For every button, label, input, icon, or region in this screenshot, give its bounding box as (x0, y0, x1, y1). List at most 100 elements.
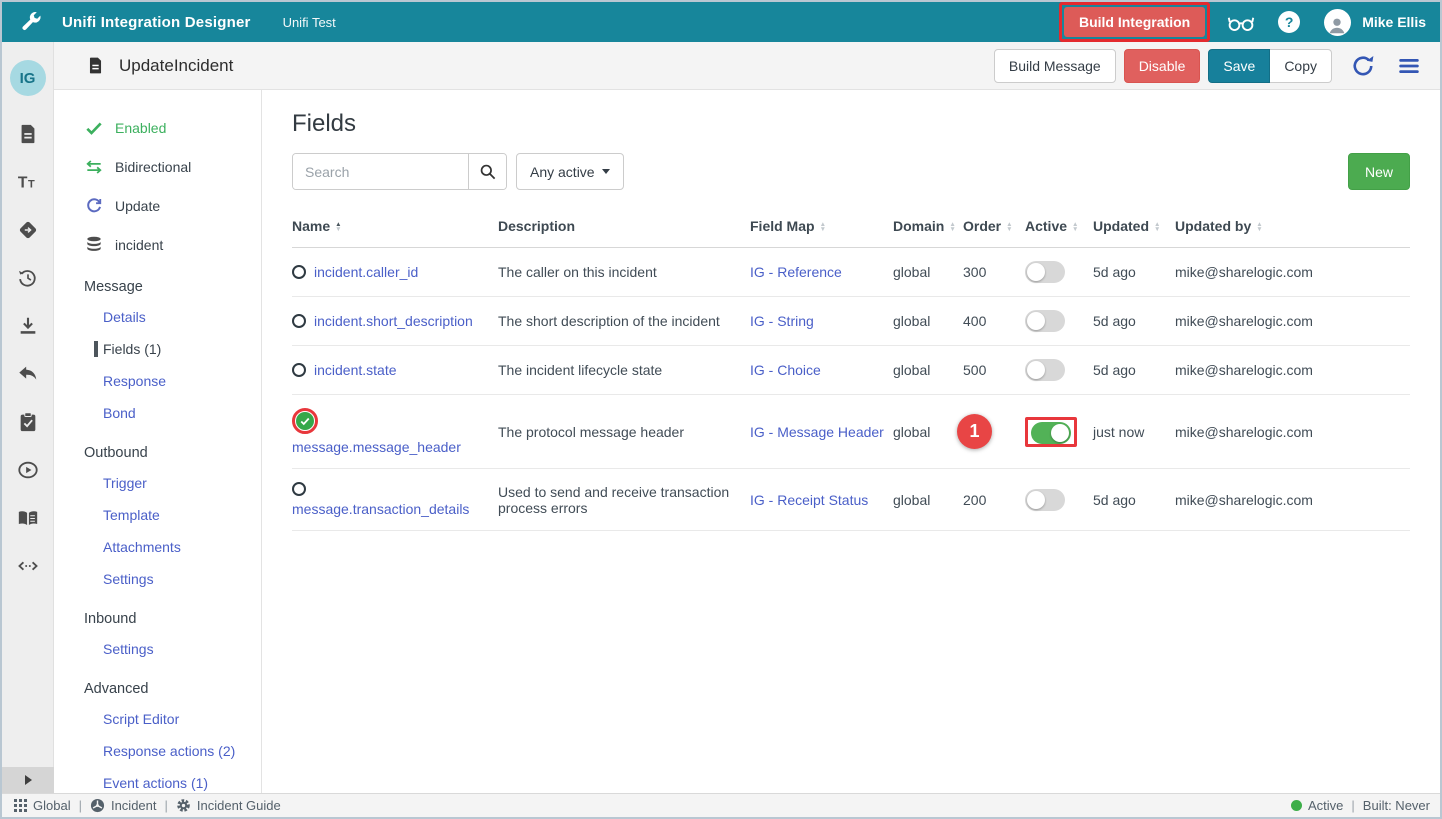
sidebar-item-trigger[interactable]: Trigger (94, 475, 261, 491)
column-header-updated-by[interactable]: Updated by▲▼ (1175, 208, 1410, 248)
field-name-link[interactable]: incident.state (314, 362, 397, 378)
active-check-icon (296, 412, 314, 430)
field-map-link[interactable]: IG - Reference (750, 264, 842, 280)
sidebar-item-enabled[interactable]: Enabled (84, 118, 261, 138)
save-button[interactable]: Save (1208, 49, 1270, 83)
sort-icon[interactable]: ▲▼ (1006, 222, 1012, 232)
rail-download-button[interactable] (8, 302, 48, 350)
new-button[interactable]: New (1348, 153, 1410, 190)
user-avatar[interactable] (1320, 5, 1354, 39)
active-toggle[interactable] (1031, 422, 1071, 444)
sidebar-item-script-editor[interactable]: Script Editor (94, 711, 261, 727)
sort-icon[interactable]: ▲▼ (820, 222, 826, 232)
field-name-link[interactable]: incident.caller_id (314, 264, 418, 280)
sidebar-item-settings[interactable]: Settings (94, 641, 261, 657)
sidebar-item-response[interactable]: Response (94, 373, 261, 389)
preview-glasses-icon[interactable] (1224, 5, 1258, 39)
field-map-link[interactable]: IG - String (750, 313, 814, 329)
sidebar-item-response-actions-2[interactable]: Response actions (2) (94, 743, 261, 759)
column-header-description[interactable]: Description (498, 208, 750, 248)
main-panel: Fields Any active New (262, 90, 1440, 793)
status-bar: Global| Incident| Incident Guide Active … (2, 793, 1440, 817)
sort-icon[interactable]: ▲▼ (1256, 222, 1262, 232)
table-header-row: Name▲▼DescriptionField Map▲▼Domain▲▼Orde… (292, 208, 1410, 248)
sidebar-item-bond[interactable]: Bond (94, 405, 261, 421)
sidebar-item-incident[interactable]: incident (84, 235, 261, 255)
sort-icon[interactable]: ▲▼ (335, 222, 341, 232)
rail-publish-button[interactable] (8, 206, 48, 254)
column-header-updated[interactable]: Updated▲▼ (1093, 208, 1175, 248)
sidebar-item-update[interactable]: Update (84, 196, 261, 216)
rail-documentation-button[interactable] (8, 494, 48, 542)
rail-tasks-button[interactable] (8, 398, 48, 446)
sidebar-expand-button[interactable] (2, 767, 54, 793)
help-icon[interactable]: ? (1272, 5, 1306, 39)
field-description: The protocol message header (498, 395, 750, 469)
sidebar-section-title: Message (84, 279, 261, 295)
sidebar-item-template[interactable]: Template (94, 507, 261, 523)
gear-icon (176, 798, 191, 813)
fields-table: Name▲▼DescriptionField Map▲▼Domain▲▼Orde… (292, 208, 1410, 531)
sidebar-section-inbound: Inbound Settings (84, 611, 261, 657)
build-message-button[interactable]: Build Message (994, 49, 1116, 83)
field-map-link[interactable]: IG - Message Header (750, 424, 884, 440)
search-input[interactable] (293, 154, 468, 189)
sidebar-section-message: Message Details Fields (1) Response Bond (84, 279, 261, 421)
statusbar-item-incident[interactable]: Incident (90, 798, 157, 813)
rail-history-button[interactable] (8, 254, 48, 302)
column-header-domain[interactable]: Domain▲▼ (893, 208, 963, 248)
sort-icon[interactable]: ▲▼ (1072, 222, 1078, 232)
column-header-name[interactable]: Name▲▼ (292, 208, 498, 248)
column-header-order[interactable]: Order▲▼ (963, 208, 1025, 248)
inactive-status-icon (292, 314, 306, 328)
active-filter-dropdown[interactable]: Any active (516, 153, 624, 190)
column-header-active[interactable]: Active▲▼ (1025, 208, 1093, 248)
rail-undo-button[interactable] (8, 350, 48, 398)
integration-avatar[interactable]: IG (10, 60, 46, 96)
field-map-link[interactable]: IG - Receipt Status (750, 492, 868, 508)
refresh-icon[interactable] (1348, 51, 1378, 81)
rail-code-button[interactable] (8, 542, 48, 590)
field-name-link[interactable]: message.message_header (292, 439, 461, 455)
field-name-link[interactable]: incident.short_description (314, 313, 473, 329)
field-updated: just now (1093, 395, 1175, 469)
active-toggle[interactable] (1025, 359, 1065, 381)
chevron-right-icon (25, 775, 32, 785)
sidebar-item-settings[interactable]: Settings (94, 571, 261, 587)
annotation-box-build-integration: Build Integration (1059, 2, 1210, 42)
active-toggle[interactable] (1025, 489, 1065, 511)
column-header-field-map[interactable]: Field Map▲▼ (750, 208, 893, 248)
statusbar-item-incident-guide[interactable]: Incident Guide (176, 798, 281, 813)
table-row: message.message_header The protocol mess… (292, 395, 1410, 469)
sidebar-item-details[interactable]: Details (94, 309, 261, 325)
disable-button[interactable]: Disable (1124, 49, 1201, 83)
rail-text-format-button[interactable]: TT (8, 158, 48, 206)
menu-icon[interactable] (1394, 51, 1424, 81)
build-integration-button[interactable]: Build Integration (1064, 7, 1205, 37)
sidebar-item-fields-1[interactable]: Fields (1) (94, 341, 261, 357)
active-toggle[interactable] (1025, 310, 1065, 332)
field-domain: global (893, 248, 963, 297)
copy-button[interactable]: Copy (1270, 49, 1332, 83)
rail-document-button[interactable] (8, 110, 48, 158)
field-domain: global (893, 346, 963, 395)
wrench-icon[interactable] (20, 11, 42, 33)
statusbar-item-global[interactable]: Global (14, 798, 71, 813)
search-button[interactable] (468, 154, 506, 189)
active-toggle[interactable] (1025, 261, 1065, 283)
sidebar-item-attachments[interactable]: Attachments (94, 539, 261, 555)
field-map-link[interactable]: IG - Choice (750, 362, 821, 378)
document-icon (86, 56, 105, 75)
sidebar-section-title: Inbound (84, 611, 261, 627)
field-name-link[interactable]: message.transaction_details (292, 501, 469, 517)
sort-icon[interactable]: ▲▼ (1154, 222, 1160, 232)
sidebar-item-event-actions-1[interactable]: Event actions (1) (94, 775, 261, 791)
field-description: The incident lifecycle state (498, 346, 750, 395)
sidebar-item-bidirectional[interactable]: Bidirectional (84, 157, 261, 177)
user-name[interactable]: Mike Ellis (1362, 14, 1426, 30)
bidirectional-arrows-icon (84, 157, 104, 177)
app-title: Unifi Integration Designer (62, 14, 251, 31)
rail-run-button[interactable] (8, 446, 48, 494)
order-value: 500 (963, 362, 986, 378)
sort-icon[interactable]: ▲▼ (949, 222, 955, 232)
